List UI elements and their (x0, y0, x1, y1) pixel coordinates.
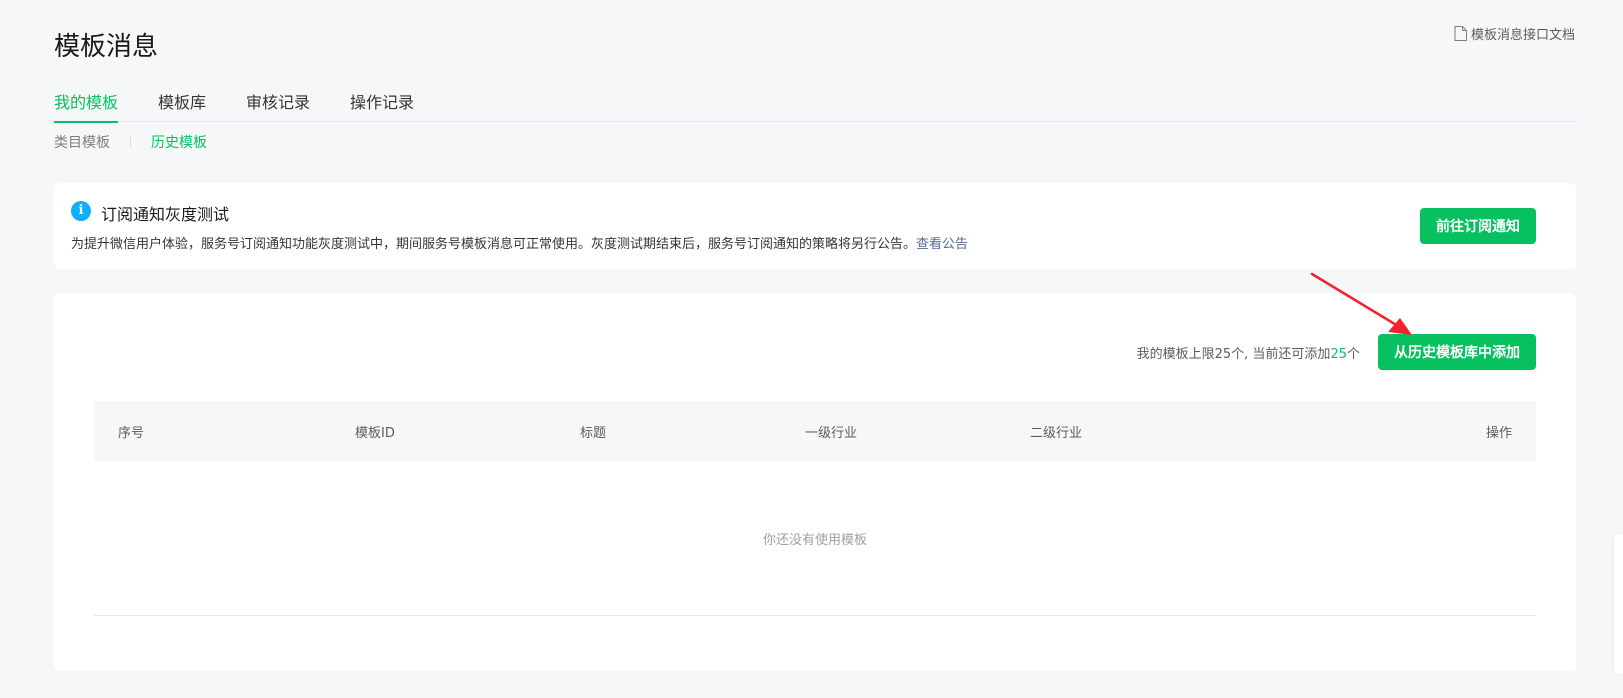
sub-tabs: 类目模板 历史模板 (54, 132, 207, 152)
empty-state: 你还没有使用模板 (94, 461, 1536, 616)
doc-link-label: 模板消息接口文档 (1470, 28, 1575, 43)
table-header: 序号 模板ID 标题 一级行业 二级行业 操作 (94, 401, 1536, 461)
notice-description: 为提升微信用户体验，服务号订阅通知功能灰度测试中，期间服务号模板消息可正常使用。… (71, 233, 968, 252)
tab-operation-records[interactable]: 操作记录 (350, 92, 414, 122)
doc-link[interactable]: 模板消息接口文档 (1454, 24, 1575, 43)
subtab-history-templates[interactable]: 历史模板 (151, 132, 207, 152)
subtab-category-templates[interactable]: 类目模板 (54, 132, 110, 152)
limit-suffix: 个 (1346, 347, 1360, 362)
document-icon (1454, 26, 1467, 41)
notice-title: 订阅通知灰度测试 (101, 205, 230, 224)
column-header-index: 序号 (118, 425, 145, 441)
column-header-primary-industry: 一级行业 (805, 425, 858, 441)
notice-description-text: 为提升微信用户体验，服务号订阅通知功能灰度测试中，期间服务号模板消息可正常使用。… (71, 237, 917, 252)
page: 模板消息 模板消息接口文档 我的模板 模板库 审核记录 操作记录 类目模板 历史… (0, 0, 1623, 698)
column-header-template-id: 模板ID (355, 425, 395, 441)
limit-remaining-count: 25 (1330, 347, 1347, 362)
view-announcement-link[interactable]: 查看公告 (916, 237, 968, 252)
templates-table: 序号 模板ID 标题 一级行业 二级行业 操作 你还没有使用模板 (94, 401, 1536, 616)
templates-card: 我的模板上限25个, 当前还可添加25个 从历史模板库中添加 序号 模板ID 标… (54, 293, 1576, 671)
notice-card: i 订阅通知灰度测试 为提升微信用户体验，服务号订阅通知功能灰度测试中，期间服务… (54, 183, 1576, 269)
tab-my-templates[interactable]: 我的模板 (54, 92, 119, 123)
column-header-title: 标题 (580, 425, 607, 441)
limit-prefix: 我的模板上限25个, 当前还可添加 (1136, 347, 1331, 362)
subtab-divider (130, 136, 131, 148)
add-from-history-button[interactable]: 从历史模板库中添加 (1378, 334, 1536, 370)
template-limit-text: 我的模板上限25个, 当前还可添加25个 (1137, 343, 1360, 362)
column-header-secondary-industry: 二级行业 (1030, 425, 1083, 441)
tab-template-library[interactable]: 模板库 (158, 92, 206, 122)
page-title: 模板消息 (54, 32, 159, 62)
side-panel-edge[interactable] (1614, 534, 1623, 674)
column-header-actions: 操作 (1485, 425, 1512, 441)
tab-review-records[interactable]: 审核记录 (246, 92, 310, 122)
info-icon: i (71, 201, 91, 221)
go-to-subscription-button[interactable]: 前往订阅通知 (1420, 208, 1536, 244)
main-tabs: 我的模板 模板库 审核记录 操作记录 (54, 92, 1576, 123)
